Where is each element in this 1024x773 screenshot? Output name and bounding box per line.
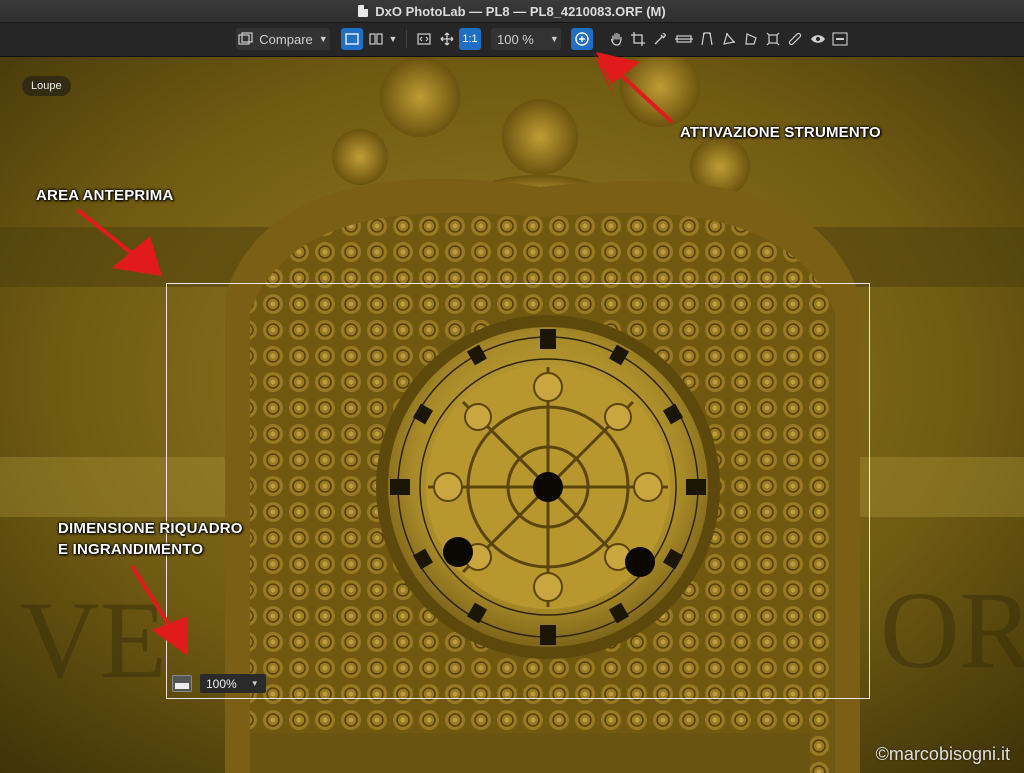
loupe-badge: Loupe	[22, 76, 71, 96]
window-title-bar: DxO PhotoLab — PL8 — PL8_4210083.ORF (M)	[0, 0, 1024, 23]
picker-tool-button[interactable]	[650, 28, 670, 50]
chevron-down-icon: ▼	[250, 679, 259, 688]
crop-icon	[631, 32, 645, 46]
hand-tool-button[interactable]	[607, 28, 627, 50]
resize-tool-button[interactable]	[763, 28, 783, 50]
constrained-crop-icon	[745, 33, 757, 45]
annotation-tool-activation: ATTIVAZIONE STRUMENTO	[680, 124, 881, 141]
constrained-crop-button[interactable]	[741, 28, 761, 50]
single-view-button[interactable]	[341, 28, 363, 50]
volume-deformation-icon	[723, 32, 736, 45]
resize-icon	[766, 32, 780, 46]
horizon-tool-button[interactable]	[673, 28, 695, 50]
loupe-tool-button[interactable]	[571, 28, 593, 50]
single-view-icon	[345, 33, 359, 45]
frame-zoom-select[interactable]: 100% ▼	[200, 674, 266, 693]
compare-icon	[238, 32, 253, 45]
watermark: ©marcobisogni.it	[875, 744, 1010, 764]
chevron-down-icon: ▼	[318, 34, 328, 44]
hand-icon	[610, 32, 622, 46]
annotation-preview-area: AREA ANTEPRIMA	[36, 187, 174, 204]
perspective-tool-button[interactable]	[697, 28, 717, 50]
loupe-icon	[575, 32, 589, 46]
loupe-frame-controls: 100% ▼	[172, 674, 266, 693]
zoom-value: 100 %	[497, 31, 534, 47]
annotation-frame-size-line1: DIMENSIONE RIQUADRO	[58, 520, 243, 537]
perspective-icon	[701, 32, 713, 46]
preview-toggle-button[interactable]	[808, 28, 828, 50]
histogram-toggle-button[interactable]	[830, 28, 850, 50]
move-icon	[440, 32, 454, 46]
compare-button[interactable]: Compare ▼	[236, 28, 330, 50]
svg-text:VE: VE	[20, 579, 167, 701]
loupe-preview-frame[interactable]	[166, 283, 870, 699]
repair-icon	[788, 32, 802, 46]
horizon-icon	[675, 35, 693, 43]
compare-label: Compare	[259, 31, 313, 47]
frame-zoom-value: 100%	[206, 676, 237, 691]
one-to-one-button[interactable]: 1:1	[459, 28, 481, 50]
move-button[interactable]	[437, 28, 457, 50]
document-icon	[358, 5, 369, 17]
split-view-icon	[368, 33, 383, 45]
repair-tool-button[interactable]	[785, 28, 805, 50]
fit-to-screen-button[interactable]	[414, 28, 434, 50]
zoom-select[interactable]: 100 % ▼	[491, 28, 561, 50]
chevron-down-icon: ▼	[388, 34, 398, 44]
toolbar-divider	[406, 30, 407, 48]
annotation-frame-size-line2: E INGRANDIMENTO	[58, 541, 204, 558]
eye-icon	[811, 35, 825, 43]
frame-size-toggle[interactable]	[172, 675, 192, 692]
fit-icon	[417, 33, 431, 45]
split-view-button[interactable]: ▼	[366, 28, 400, 50]
window-title: DxO PhotoLab — PL8 — PL8_4210083.ORF (M)	[375, 3, 666, 19]
picker-icon	[654, 33, 666, 45]
volume-deformation-button[interactable]	[719, 28, 739, 50]
crop-tool-button[interactable]	[628, 28, 648, 50]
chevron-down-icon: ▼	[549, 34, 559, 44]
svg-text:OR: OR	[880, 569, 1024, 691]
histogram-toggle-icon	[832, 32, 848, 46]
